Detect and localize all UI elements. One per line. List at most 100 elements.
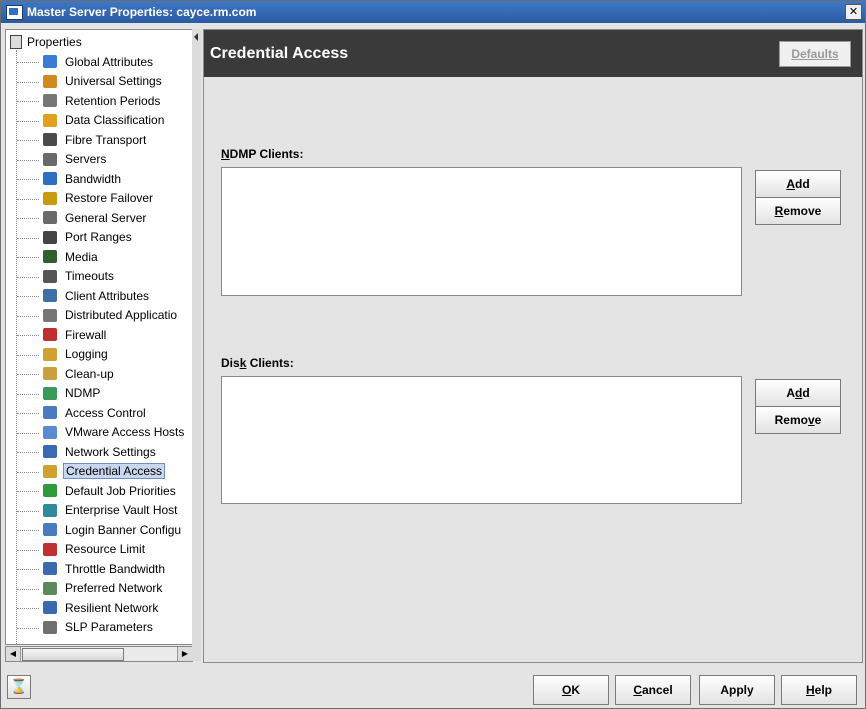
tree-item-firewall[interactable]: Firewall	[6, 325, 192, 345]
tree-root-properties[interactable]: Properties	[10, 33, 82, 51]
ndmp-clients-list[interactable]	[221, 167, 742, 296]
tree-item-credential-access[interactable]: Credential Access	[6, 462, 192, 482]
tree-item-throttle-bandwidth[interactable]: Throttle Bandwidth	[6, 559, 192, 579]
tree-item-enterprise-vault[interactable]: Enterprise Vault Host	[6, 501, 192, 521]
hourglass-icon[interactable]: ⌛	[7, 675, 31, 699]
help-button[interactable]: Help	[781, 675, 857, 705]
tree-item-fibre-transport[interactable]: Fibre Transport	[6, 130, 192, 150]
tree-item-data-classification[interactable]: Data Classification	[6, 111, 192, 131]
cancel-button[interactable]: Cancel	[615, 675, 691, 705]
collapse-arrow-icon[interactable]	[194, 33, 198, 41]
tree-item-network-settings[interactable]: Network Settings	[6, 442, 192, 462]
tree-horizontal-scrollbar[interactable]: ◀ ▶	[5, 646, 193, 662]
tree-item-label: General Server	[65, 210, 147, 225]
tree-item-ndmp[interactable]: NDMP	[6, 384, 192, 404]
tree-list: Global Attributes Universal Settings Reten…	[6, 52, 192, 637]
tree-item-distributed-application[interactable]: Distributed Applicatio	[6, 306, 192, 326]
ndmp-add-button[interactable]: Add	[755, 170, 841, 198]
tree-root-label: Properties	[27, 35, 82, 49]
tree-item-restore-failover[interactable]: Restore Failover	[6, 189, 192, 209]
tree-item-job-priorities[interactable]: Default Job Priorities	[6, 481, 192, 501]
tree-item-label: Universal Settings	[65, 74, 162, 89]
job-priorities-icon	[43, 484, 57, 497]
cancel-text: ancel	[641, 683, 673, 697]
client-attributes-icon	[43, 289, 57, 302]
globe-icon	[43, 55, 57, 68]
vmware-access-icon	[43, 425, 57, 439]
firewall-icon	[43, 328, 57, 341]
tree-item-resource-limit[interactable]: Resource Limit	[6, 540, 192, 560]
tree-item-login-banner[interactable]: Login Banner Configu	[6, 520, 192, 540]
content-header: Credential Access Defaults	[204, 30, 862, 77]
tree-item-bandwidth[interactable]: Bandwidth	[6, 169, 192, 189]
disk-add-text: d	[802, 386, 810, 400]
retention-icon	[43, 94, 57, 107]
tree-item-resilient-network[interactable]: Resilient Network	[6, 598, 192, 618]
ok-mnemonic: O	[561, 683, 572, 697]
tree-item-label: SLP Parameters	[65, 620, 153, 635]
tree-item-media[interactable]: Media	[6, 247, 192, 267]
tree-item-label: Network Settings	[65, 444, 156, 459]
disk-add-mnemonic: d	[794, 386, 803, 400]
media-icon	[43, 250, 57, 263]
scroll-right-arrow-icon[interactable]: ▶	[177, 647, 192, 661]
tree-item-label: Enterprise Vault Host	[65, 503, 178, 518]
scroll-thumb[interactable]	[22, 648, 124, 661]
tree-item-retention[interactable]: Retention Periods	[6, 91, 192, 111]
app-icon	[6, 4, 23, 20]
disk-remove-text: e	[814, 413, 822, 427]
disk-clients-list[interactable]	[221, 376, 742, 504]
tree-item-label: Credential Access	[63, 463, 166, 480]
properties-tree[interactable]: Properties Global Attributes Universal Se…	[5, 29, 193, 645]
disk-remove-mnemonic: v	[807, 413, 815, 427]
tree-item-label: NDMP	[65, 386, 101, 401]
ndmp-clients-label: NDMP Clients:	[221, 147, 303, 161]
tree-item-label: Firewall	[65, 327, 107, 342]
tree-item-label: Access Control	[65, 405, 146, 420]
ndmp-icon	[43, 386, 57, 400]
ndmp-remove-button[interactable]: Remove	[755, 197, 841, 225]
cancel-mnemonic: C	[633, 683, 642, 697]
master-server-properties-window: Master Server Properties: cayce.rm.com ✕…	[0, 0, 866, 709]
tree-item-port-ranges[interactable]: Port Ranges	[6, 228, 192, 248]
tree-item-vmware-access[interactable]: VMware Access Hosts	[6, 423, 192, 443]
tree-item-label: Client Attributes	[65, 288, 150, 303]
distributed-application-icon	[43, 308, 57, 322]
tree-item-label: Resource Limit	[65, 542, 146, 557]
defaults-button[interactable]: Defaults	[779, 41, 851, 67]
scroll-left-arrow-icon[interactable]: ◀	[6, 647, 21, 661]
clean-up-icon	[43, 367, 57, 380]
tree-item-label: Fibre Transport	[65, 132, 147, 147]
tree-item-server[interactable]: Servers	[6, 150, 192, 170]
tree-item-preferred-network[interactable]: Preferred Network	[6, 579, 192, 599]
panel-splitter[interactable]	[192, 29, 201, 661]
disk-add-button[interactable]: Add	[755, 379, 841, 407]
network-settings-icon	[43, 445, 57, 458]
disk-remove-pre: Remo	[774, 413, 808, 427]
ndmp-remove-text: emove	[783, 204, 822, 218]
bandwidth-icon	[43, 172, 57, 185]
ok-button[interactable]: OK	[533, 675, 609, 705]
disk-remove-button[interactable]: Remo v e	[755, 406, 841, 434]
apply-button[interactable]: Apply	[699, 675, 775, 705]
tree-item-logging[interactable]: Logging	[6, 345, 192, 365]
tree-item-clean-up[interactable]: Clean-up	[6, 364, 192, 384]
tree-item-label: Resilient Network	[65, 600, 159, 615]
page-title: Credential Access	[210, 44, 349, 62]
tree-item-access-control[interactable]: Access Control	[6, 403, 192, 423]
tree-item-general-server[interactable]: General Server	[6, 208, 192, 228]
tree-item-globe[interactable]: Global Attributes	[6, 52, 192, 72]
tree-item-client-attributes[interactable]: Client Attributes	[6, 286, 192, 306]
ndmp-label-mnemonic: N	[221, 147, 230, 161]
tree-item-universal-settings[interactable]: Universal Settings	[6, 72, 192, 92]
tree-item-label: Port Ranges	[65, 230, 132, 245]
properties-folder-icon	[10, 35, 22, 49]
tree-item-label: Retention Periods	[65, 93, 161, 108]
tree-item-slp-parameters[interactable]: SLP Parameters	[6, 618, 192, 638]
tree-item-timeout[interactable]: Timeouts	[6, 267, 192, 287]
title-bar[interactable]: Master Server Properties: cayce.rm.com ✕	[1, 1, 865, 23]
ndmp-add-text: dd	[795, 177, 810, 191]
close-button[interactable]: ✕	[845, 4, 862, 20]
timeout-icon	[43, 269, 57, 283]
tree-item-label: Login Banner Configu	[65, 522, 182, 537]
